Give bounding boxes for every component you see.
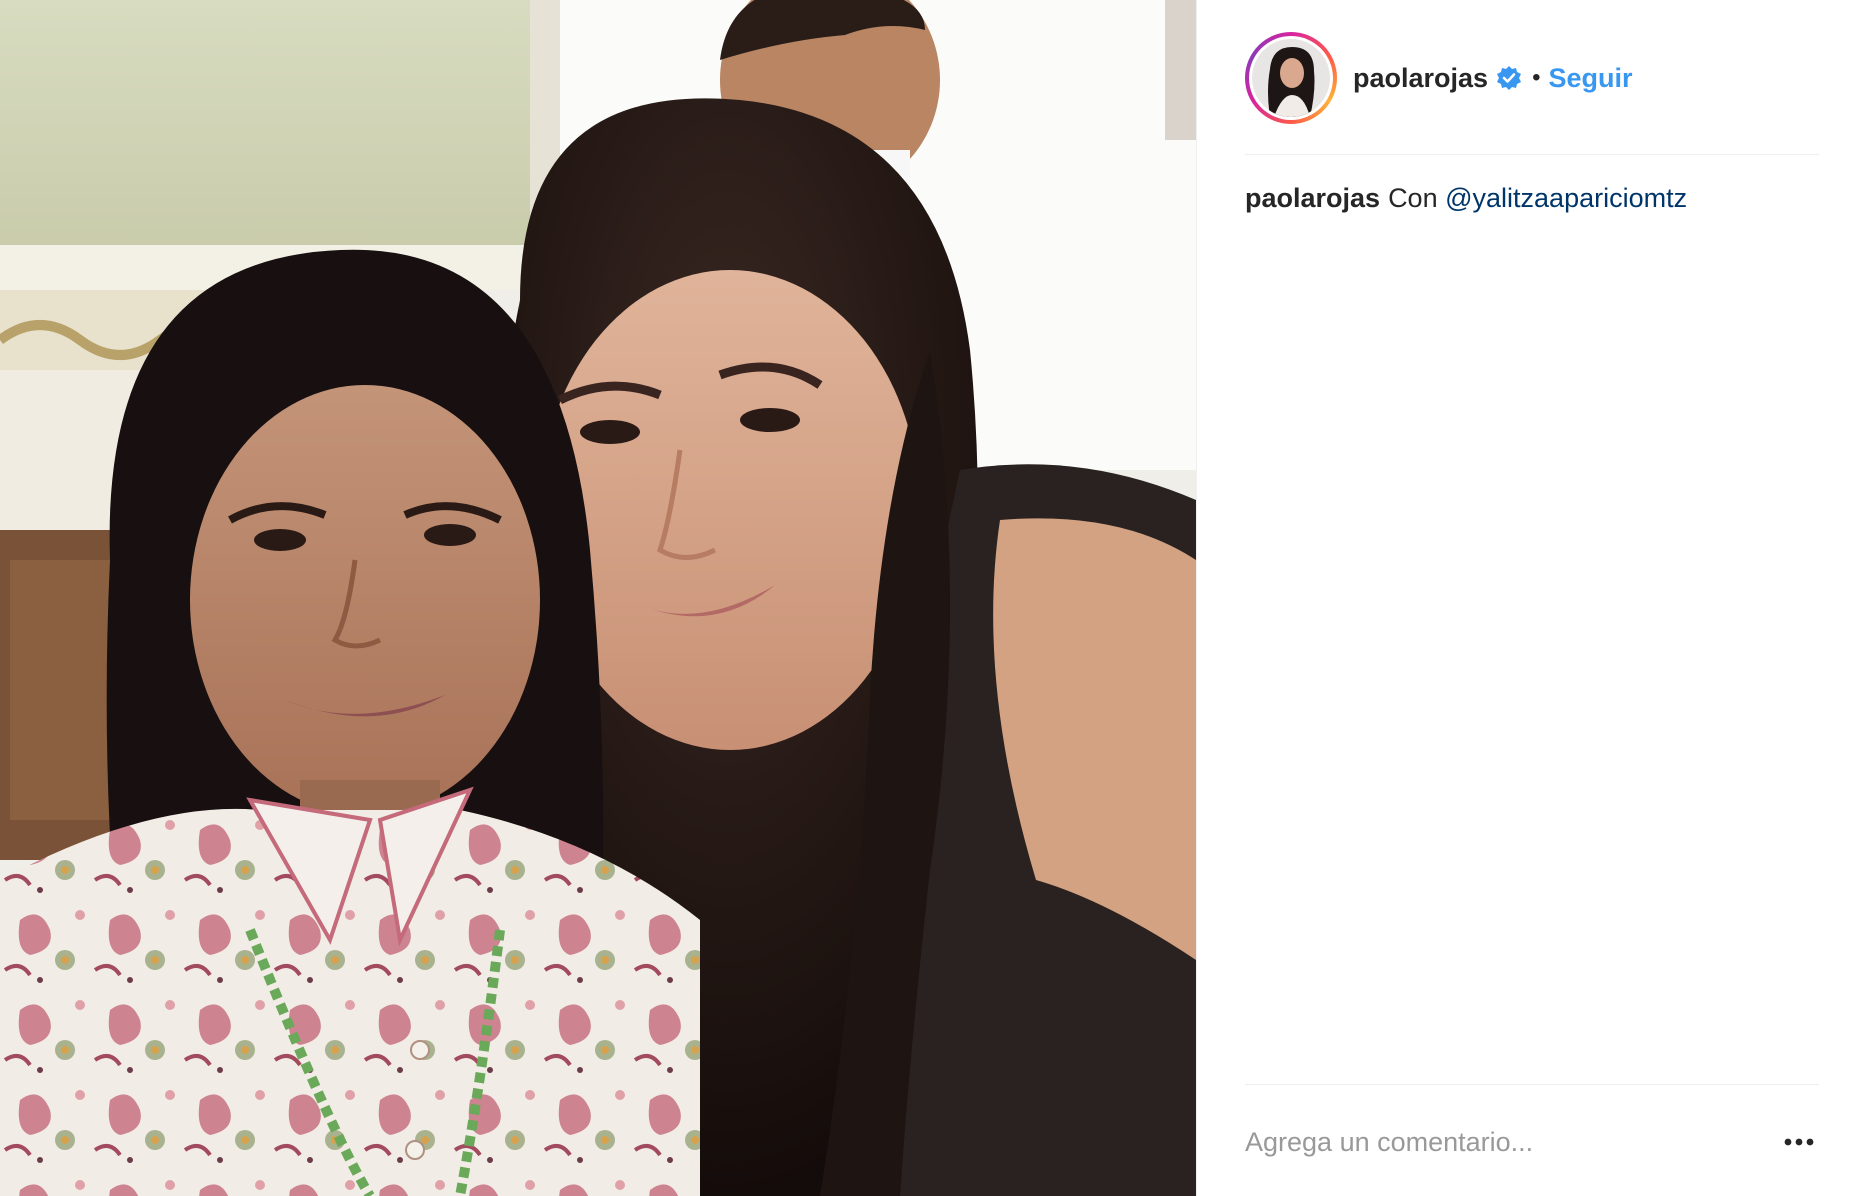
story-ring[interactable] xyxy=(1245,32,1337,124)
follow-button[interactable]: Seguir xyxy=(1548,63,1632,94)
more-options-icon[interactable] xyxy=(1779,1122,1819,1162)
photo-image xyxy=(0,0,1196,1196)
comment-box xyxy=(1245,1110,1819,1174)
caption-mention-link[interactable]: @yalitzaapariciomtz xyxy=(1445,183,1687,213)
post-side-panel: paolarojas • Seguir paolarojas Con @yalit… xyxy=(1196,0,1864,1196)
comment-divider xyxy=(1245,1084,1819,1085)
header-divider xyxy=(1245,154,1819,155)
verified-badge-icon xyxy=(1497,66,1522,90)
post-caption: paolarojas Con @yalitzaapariciomtz xyxy=(1245,180,1819,216)
instagram-post: paolarojas • Seguir paolarojas Con @yalit… xyxy=(0,0,1864,1196)
caption-text: Con xyxy=(1388,183,1438,213)
post-photo[interactable] xyxy=(0,0,1196,1196)
caption-username[interactable]: paolarojas xyxy=(1245,183,1380,213)
post-header: paolarojas • Seguir xyxy=(1245,30,1819,126)
avatar-image xyxy=(1252,39,1330,117)
header-separator: • xyxy=(1532,64,1541,91)
header-username[interactable]: paolarojas xyxy=(1353,63,1488,94)
comment-input[interactable] xyxy=(1245,1126,1745,1158)
avatar[interactable] xyxy=(1252,39,1330,117)
